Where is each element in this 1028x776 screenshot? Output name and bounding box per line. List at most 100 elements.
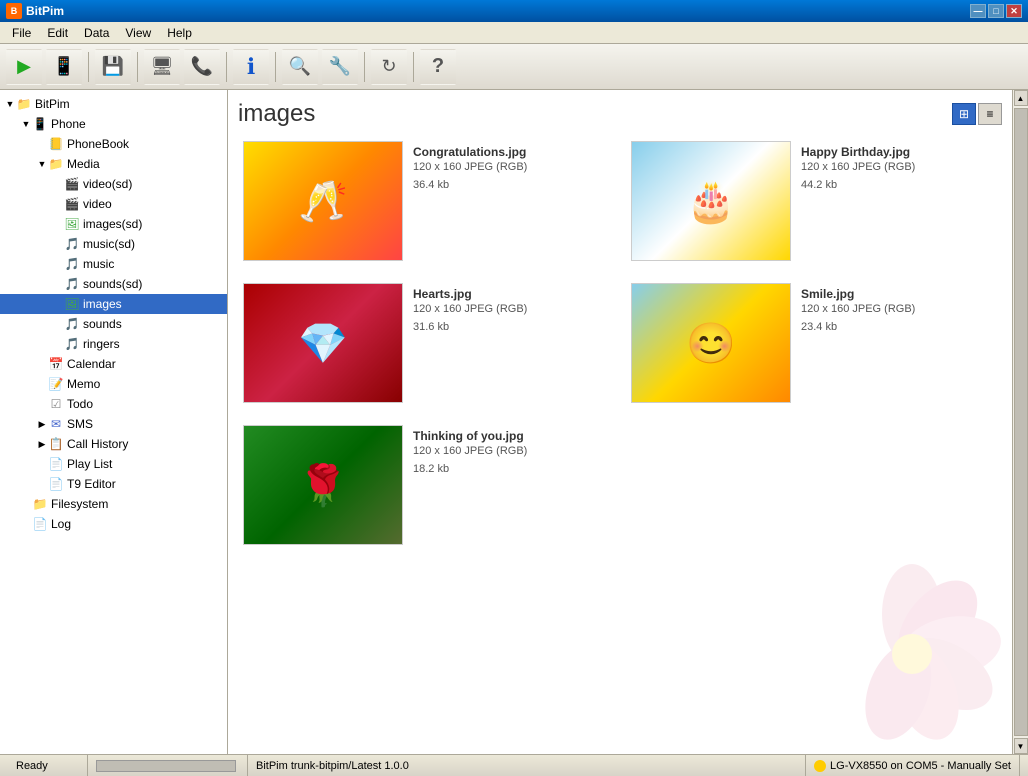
sidebar-item-label-media: Media — [67, 157, 100, 171]
view-toggle: ⊞ ≡ — [952, 103, 1002, 125]
image-info-0: Congratulations.jpg120 x 160 JPEG (RGB)3… — [413, 141, 527, 194]
content-area: images ⊞ ≡ 🥂Congratulations.jpg120 x 160… — [228, 90, 1012, 754]
scroll-down[interactable]: ▼ — [1014, 738, 1028, 754]
sidebar-item-t9editor[interactable]: 📄T9 Editor — [0, 474, 227, 494]
scroll-up[interactable]: ▲ — [1014, 90, 1028, 106]
sms-icon: ✉ — [48, 416, 64, 432]
menu-file[interactable]: File — [4, 24, 39, 42]
sidebar-item-phonebook[interactable]: 📒PhoneBook — [0, 134, 227, 154]
image-item-2[interactable]: 💎Hearts.jpg120 x 160 JPEG (RGB)31.6 kb — [238, 278, 614, 408]
menu-edit[interactable]: Edit — [39, 24, 76, 42]
sidebar-item-label-images: images — [83, 297, 122, 311]
sidebar-item-todo[interactable]: ☑Todo — [0, 394, 227, 414]
list-view-button[interactable]: ≡ — [978, 103, 1002, 125]
sidebar-item-imagesd[interactable]: 🖼images(sd) — [0, 214, 227, 234]
sidebar-item-label-memo: Memo — [67, 377, 100, 391]
image-item-1[interactable]: 🎂Happy Birthday.jpg120 x 160 JPEG (RGB)4… — [626, 136, 1002, 266]
sidebar-item-phone[interactable]: ▼📱Phone — [0, 114, 227, 134]
refresh-button[interactable]: ↻ — [371, 49, 407, 85]
sidebar-item-label-log: Log — [51, 517, 71, 531]
sidebar-item-memo[interactable]: 📝Memo — [0, 374, 227, 394]
toolbar-separator — [364, 52, 365, 82]
expand-arrow[interactable]: ▼ — [36, 159, 48, 169]
info-button[interactable]: ℹ — [233, 49, 269, 85]
menu-help[interactable]: Help — [159, 24, 200, 42]
minimize-button[interactable]: — — [970, 4, 986, 18]
forward-button[interactable]: ▶ — [6, 49, 42, 85]
window-controls: — □ ✕ — [970, 4, 1022, 18]
search-button[interactable]: 🔍 — [282, 49, 318, 85]
playlist-icon: 📄 — [48, 456, 64, 472]
menu-data[interactable]: Data — [76, 24, 117, 42]
toolbar-separator — [275, 52, 276, 82]
image-item-0[interactable]: 🥂Congratulations.jpg120 x 160 JPEG (RGB)… — [238, 136, 614, 266]
music-icon: 🎵 — [64, 236, 80, 252]
sidebar-item-sms[interactable]: ▶✉SMS — [0, 414, 227, 434]
settings-button[interactable]: 🔧 — [322, 49, 358, 85]
image-name-2: Hearts.jpg — [413, 287, 527, 301]
send-phone-button[interactable]: 📞 — [184, 49, 220, 85]
device-indicator — [814, 760, 826, 772]
menubar: FileEditDataViewHelp — [0, 22, 1028, 44]
page-title: images — [238, 100, 315, 128]
expand-arrow[interactable]: ▶ — [36, 439, 48, 450]
music-icon: 🎵 — [64, 256, 80, 272]
sidebar-item-label-sms: SMS — [67, 417, 93, 431]
sidebar-item-label-t9editor: T9 Editor — [67, 477, 116, 491]
sidebar-item-videosd[interactable]: 🎬video(sd) — [0, 174, 227, 194]
image-item-3[interactable]: 😊Smile.jpg120 x 160 JPEG (RGB)23.4 kb — [626, 278, 1002, 408]
image-name-3: Smile.jpg — [801, 287, 915, 301]
sidebar-item-soundssd[interactable]: 🎵sounds(sd) — [0, 274, 227, 294]
maximize-button[interactable]: □ — [988, 4, 1004, 18]
sidebar-item-musicsd[interactable]: 🎵music(sd) — [0, 234, 227, 254]
expand-arrow[interactable]: ▼ — [4, 99, 16, 109]
grid-view-button[interactable]: ⊞ — [952, 103, 976, 125]
menu-view[interactable]: View — [117, 24, 159, 42]
image-meta-2: 120 x 160 JPEG (RGB)31.6 kb — [413, 301, 527, 336]
sidebar-item-filesystem[interactable]: 📁Filesystem — [0, 494, 227, 514]
image-item-4[interactable]: 🌹Thinking of you.jpg120 x 160 JPEG (RGB)… — [238, 420, 614, 550]
sidebar-item-label-phonebook: PhoneBook — [67, 137, 129, 151]
toolbar-separator — [226, 52, 227, 82]
sidebar-item-ringers[interactable]: 🎵ringers — [0, 334, 227, 354]
sidebar-item-music[interactable]: 🎵music — [0, 254, 227, 274]
sound-icon: 🎵 — [64, 336, 80, 352]
sidebar-item-calendar[interactable]: 📅Calendar — [0, 354, 227, 374]
sidebar-item-playlist[interactable]: 📄Play List — [0, 454, 227, 474]
phone-button[interactable]: 📱 — [46, 49, 82, 85]
toolbar: ▶📱 💾 🖥📞 ℹ 🔍🔧 ↻? — [0, 44, 1028, 90]
image-info-1: Happy Birthday.jpg120 x 160 JPEG (RGB)44… — [801, 141, 915, 194]
image-name-1: Happy Birthday.jpg — [801, 145, 915, 159]
sidebar: ▼📁BitPim▼📱Phone 📒PhoneBook▼📁Media 🎬video… — [0, 90, 228, 754]
save-button[interactable]: 💾 — [95, 49, 131, 85]
close-button[interactable]: ✕ — [1006, 4, 1022, 18]
sidebar-item-label-bitpim: BitPim — [35, 97, 70, 111]
sidebar-item-label-music: music — [83, 257, 114, 271]
status-device: LG-VX8550 on COM5 - Manually Set — [806, 755, 1020, 776]
sidebar-item-video[interactable]: 🎬video — [0, 194, 227, 214]
image-info-2: Hearts.jpg120 x 160 JPEG (RGB)31.6 kb — [413, 283, 527, 336]
sidebar-item-sounds[interactable]: 🎵sounds — [0, 314, 227, 334]
scroll-thumb[interactable] — [1014, 108, 1028, 736]
sidebar-item-images[interactable]: 🖼images — [0, 294, 227, 314]
expand-arrow[interactable]: ▼ — [20, 119, 32, 129]
progress-bar — [96, 760, 236, 772]
sidebar-item-label-sounds: sounds — [83, 317, 122, 331]
image-thumbnail-3: 😊 — [631, 283, 791, 403]
desktop-button[interactable]: 🖥 — [144, 49, 180, 85]
sidebar-item-label-phone: Phone — [51, 117, 86, 131]
sidebar-item-label-playlist: Play List — [67, 457, 112, 471]
help-button[interactable]: ? — [420, 49, 456, 85]
calendar-icon: 📅 — [48, 356, 64, 372]
expand-arrow[interactable]: ▶ — [36, 419, 48, 430]
book-icon: 📒 — [48, 136, 64, 152]
sidebar-item-label-imagesd: images(sd) — [83, 217, 142, 231]
sidebar-item-log[interactable]: 📄Log — [0, 514, 227, 534]
sidebar-item-bitpim[interactable]: ▼📁BitPim — [0, 94, 227, 114]
app-icon: B — [6, 3, 22, 19]
scrollbar[interactable]: ▲ ▼ — [1012, 90, 1028, 754]
sidebar-item-callhistory[interactable]: ▶📋Call History — [0, 434, 227, 454]
sidebar-item-label-ringers: ringers — [83, 337, 120, 351]
sidebar-item-media[interactable]: ▼📁Media — [0, 154, 227, 174]
image-thumbnail-2: 💎 — [243, 283, 403, 403]
